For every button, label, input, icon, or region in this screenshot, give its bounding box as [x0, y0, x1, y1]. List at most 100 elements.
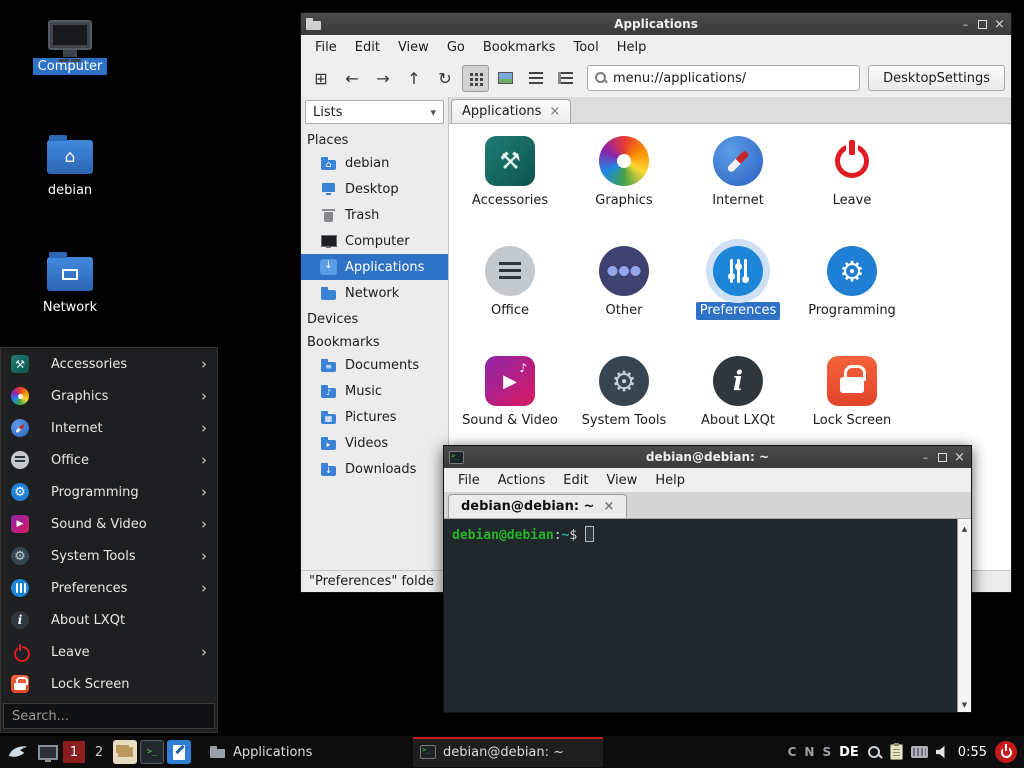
power-button[interactable] — [995, 741, 1017, 763]
app-category-office[interactable]: Office — [453, 246, 567, 356]
menu-item-sound-video[interactable]: Sound & Video — [1, 508, 217, 540]
quicklaunch-terminal-icon[interactable] — [140, 740, 164, 764]
menu-help[interactable]: Help — [646, 470, 694, 491]
menu-go[interactable]: Go — [438, 37, 474, 58]
keyboard-icon[interactable] — [911, 746, 928, 758]
menu-item-internet[interactable]: Internet — [1, 412, 217, 444]
compact-view-button[interactable] — [522, 65, 549, 92]
close-button[interactable] — [951, 449, 968, 465]
menu-edit[interactable]: Edit — [346, 37, 389, 58]
app-category-programming[interactable]: Programming — [795, 246, 909, 356]
detailed-view-button[interactable] — [552, 65, 579, 92]
tab-close-icon[interactable] — [549, 104, 560, 119]
file-manager-titlebar[interactable]: Applications — [301, 13, 1011, 35]
menu-view[interactable]: View — [597, 470, 646, 491]
start-menu-button[interactable] — [3, 737, 33, 767]
icon-view-button[interactable] — [462, 65, 489, 92]
app-category-label: Internet — [708, 192, 768, 210]
menu-tool[interactable]: Tool — [564, 37, 607, 58]
leave-power-icon — [827, 136, 877, 186]
quicklaunch-editor-icon[interactable] — [167, 740, 191, 764]
tab-close-icon[interactable] — [603, 499, 614, 514]
sidebar-item-documents[interactable]: Documents — [301, 352, 448, 378]
app-category-leave[interactable]: Leave — [795, 136, 909, 246]
terminal-scrollbar[interactable] — [957, 519, 971, 712]
show-desktop-button[interactable] — [36, 740, 60, 764]
app-category-preferences[interactable]: Preferences — [681, 246, 795, 356]
menu-item-office[interactable]: Office — [1, 444, 217, 476]
close-button[interactable] — [991, 16, 1008, 32]
workspace-1-button[interactable]: 1 — [63, 741, 85, 763]
menu-actions[interactable]: Actions — [489, 470, 555, 491]
desktop-settings-button[interactable]: DesktopSettings — [868, 65, 1005, 91]
minimize-button[interactable] — [917, 449, 934, 465]
menu-item-leave[interactable]: Leave — [1, 636, 217, 668]
maximize-button[interactable] — [934, 449, 951, 465]
back-button[interactable] — [338, 65, 366, 92]
app-category-graphics[interactable]: Graphics — [567, 136, 681, 246]
up-button[interactable] — [400, 65, 428, 92]
sidebar-item-network[interactable]: Network — [301, 280, 448, 306]
address-bar[interactable]: menu://applications/ — [587, 65, 860, 91]
sidebar-item-computer[interactable]: Computer — [301, 228, 448, 254]
volume-icon[interactable] — [936, 745, 950, 759]
tab-label: Applications — [462, 104, 541, 119]
menu-search-input[interactable] — [3, 703, 215, 729]
menu-item-programming[interactable]: Programming — [1, 476, 217, 508]
clock[interactable]: 0:55 — [958, 745, 987, 760]
menu-edit[interactable]: Edit — [554, 470, 597, 491]
menu-help[interactable]: Help — [608, 37, 656, 58]
scroll-up-icon[interactable] — [962, 520, 967, 535]
accessories-icon — [485, 136, 535, 186]
task-button-applications[interactable]: Applications — [202, 737, 392, 767]
new-tab-button[interactable] — [307, 65, 335, 92]
scroll-down-icon[interactable] — [962, 696, 967, 711]
maximize-button[interactable] — [974, 16, 991, 32]
sidebar-item-music[interactable]: Music — [301, 378, 448, 404]
magnifier-icon[interactable] — [867, 745, 882, 760]
app-category-label: About LXQt — [697, 412, 779, 430]
forward-button[interactable] — [369, 65, 397, 92]
app-category-other[interactable]: Other — [567, 246, 681, 356]
menu-view[interactable]: View — [389, 37, 438, 58]
grid-view-icon — [470, 73, 473, 76]
sidebar-mode-combobox[interactable]: Lists — [305, 100, 444, 124]
file-manager-sidebar: Lists Places debian Desktop Trash Comput… — [301, 97, 449, 570]
app-category-internet[interactable]: Internet — [681, 136, 795, 246]
terminal-body[interactable]: debian@debian:~$ — [444, 519, 971, 712]
menu-bookmarks[interactable]: Bookmarks — [474, 37, 565, 58]
sidebar-item-home[interactable]: debian — [301, 150, 448, 176]
menu-file[interactable]: File — [449, 470, 489, 491]
terminal-tab[interactable]: debian@debian: ~ — [448, 494, 627, 518]
menu-item-about-lxqt[interactable]: About LXQt — [1, 604, 217, 636]
tab-applications[interactable]: Applications — [451, 99, 571, 123]
desktop-icon-computer[interactable]: Computer — [24, 20, 116, 75]
quicklaunch-file-manager-icon[interactable] — [113, 740, 137, 764]
terminal-titlebar[interactable]: debian@debian: ~ — [444, 446, 971, 468]
about-info-icon — [713, 356, 763, 406]
thumbnail-view-button[interactable] — [492, 65, 519, 92]
reload-button[interactable] — [431, 65, 459, 92]
desktop-icon-home[interactable]: debian — [24, 140, 116, 199]
sidebar-item-videos[interactable]: Videos — [301, 430, 448, 456]
sidebar-item-applications[interactable]: Applications — [301, 254, 448, 280]
sidebar-item-pictures[interactable]: Pictures — [301, 404, 448, 430]
menu-item-graphics[interactable]: Graphics — [1, 380, 217, 412]
sidebar-item-desktop[interactable]: Desktop — [301, 176, 448, 202]
clipboard-icon[interactable] — [890, 744, 903, 760]
menu-file[interactable]: File — [306, 37, 346, 58]
sidebar-item-downloads[interactable]: Downloads — [301, 456, 448, 482]
workspace-2-button[interactable]: 2 — [88, 741, 110, 763]
minimize-button[interactable] — [957, 16, 974, 32]
menu-item-lock-screen[interactable]: Lock Screen — [1, 668, 217, 700]
app-category-accessories[interactable]: Accessories — [453, 136, 567, 246]
task-button-terminal[interactable]: debian@debian: ~ — [413, 737, 603, 767]
menu-item-preferences[interactable]: Preferences — [1, 572, 217, 604]
desktop-icon-network[interactable]: Network — [24, 257, 116, 316]
menu-item-system-tools[interactable]: System Tools — [1, 540, 217, 572]
menu-item-accessories[interactable]: Accessories — [1, 348, 217, 380]
taskbar: 1 2 Applications debian@debian: ~ C N S … — [0, 736, 1024, 768]
sidebar-item-trash[interactable]: Trash — [301, 202, 448, 228]
keyboard-layout-indicator[interactable]: DE — [839, 745, 859, 760]
file-manager-tabbar: Applications — [449, 97, 1011, 124]
